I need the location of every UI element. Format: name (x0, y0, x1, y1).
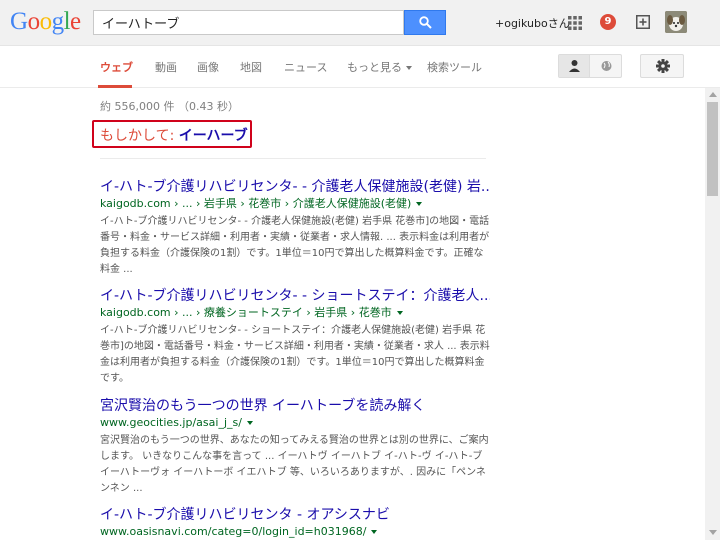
url-dropdown-icon[interactable] (396, 311, 403, 315)
search-input[interactable] (94, 11, 403, 34)
result-url-text: kaigodb.com › ... › 岩手県 › 花巻市 › 介護老人保健施設… (100, 197, 412, 210)
result-url: kaigodb.com › ... › 岩手県 › 花巻市 › 介護老人保健施設… (100, 196, 490, 212)
scroll-up-arrow-icon[interactable] (709, 92, 717, 97)
logo-letter: o (39, 8, 53, 35)
scroll-down-arrow-icon[interactable] (709, 530, 717, 535)
result-url: www.geocities.jp/asai_j_s/ (100, 415, 490, 431)
result-snippet: 宮沢賢治のもう一つの世界、あなたの知ってみえる賢治の世界とは別の世界に、ご案内し… (100, 435, 489, 494)
active-tab-underline (98, 85, 132, 88)
share-plus-icon[interactable] (636, 15, 650, 29)
result-title-link[interactable]: イ-ハト-ブ介護リハビリセンタ- - ショートステイ：介護老人... (100, 287, 490, 305)
search-result: イ-ハト-ブ介護リハビリセンタ- - ショートステイ：介護老人... kaigo… (100, 287, 490, 387)
logo-letter: g (51, 8, 65, 35)
divider (100, 158, 486, 159)
search-nav: ウェブ 動画 画像 地図 ニュース もっと見る 検索ツール (0, 46, 720, 88)
avatar-dog-icon (665, 11, 687, 33)
search-result: イ-ハト-ブ介護リハビリセンタ- - 介護老人保健施設(老健) 岩... kai… (100, 178, 490, 278)
results-mode-toggle (558, 54, 622, 78)
result-title-link[interactable]: イ-ハト-ブ介護リハビリセンタ - オアシスナビ (100, 506, 490, 524)
settings-button[interactable] (640, 54, 684, 78)
gear-icon (656, 59, 670, 73)
search-result: イ-ハト-ブ介護リハビリセンタ - オアシスナビ www.oasisnavi.c… (100, 506, 490, 540)
person-icon (569, 60, 580, 72)
did-you-mean: もしかして: イーハーブ (100, 125, 248, 145)
result-url-text: www.oasisnavi.com/categ=0/login_id=h0319… (100, 525, 367, 538)
did-you-mean-label: もしかして: (100, 128, 175, 144)
result-url: kaigodb.com › ... › 療養ショートステイ › 岩手県 › 花巻… (100, 305, 490, 321)
scrollbar[interactable] (705, 88, 720, 540)
scrollbar-thumb[interactable] (707, 102, 718, 196)
did-you-mean-link[interactable]: イーハーブ (179, 128, 248, 144)
result-url-text: kaigodb.com › ... › 療養ショートステイ › 岩手県 › 花巻… (100, 306, 392, 319)
top-bar: Google +ogikuboさん 9 (0, 0, 720, 46)
apps-grid-icon[interactable] (568, 16, 582, 30)
url-dropdown-icon[interactable] (371, 530, 378, 534)
personal-results-button[interactable] (559, 55, 590, 77)
result-stats: 約 556,000 件 （0.43 秒） (100, 100, 239, 113)
tab-images[interactable]: 画像 (197, 59, 219, 75)
url-dropdown-icon[interactable] (246, 421, 253, 425)
google-logo[interactable]: Google (10, 8, 81, 36)
globe-icon (601, 61, 612, 71)
global-results-button[interactable] (591, 55, 622, 77)
search-result: 宮沢賢治のもう一つの世界 イーハトーブを読み解く www.geocities.j… (100, 397, 490, 497)
search-button[interactable] (404, 10, 446, 35)
url-dropdown-icon[interactable] (416, 202, 423, 206)
tab-maps[interactable]: 地図 (240, 59, 262, 75)
tab-more[interactable]: もっと見る (347, 59, 412, 75)
result-url-text: www.geocities.jp/asai_j_s/ (100, 416, 242, 429)
avatar[interactable] (665, 11, 687, 33)
logo-letter: G (10, 8, 28, 35)
logo-letter: e (70, 8, 81, 35)
chevron-down-icon (405, 66, 412, 70)
tab-web[interactable]: ウェブ (100, 59, 133, 75)
search-box (93, 10, 404, 35)
user-name-link[interactable]: +ogikuboさん (495, 15, 570, 31)
notification-badge[interactable]: 9 (600, 14, 616, 30)
tab-news[interactable]: ニュース (284, 59, 327, 75)
result-snippet: イ-ハト-ブ介護リハビリセンタ- - ショートステイ：介護老人保健施設(老健) … (100, 325, 490, 384)
logo-letter: o (27, 8, 41, 35)
result-snippet: イ-ハト-ブ介護リハビリセンタ- - 介護老人保健施設(老健) 岩手県 花巻市]… (100, 216, 490, 275)
tab-search-tools[interactable]: 検索ツール (427, 59, 482, 75)
result-title-link[interactable]: 宮沢賢治のもう一つの世界 イーハトーブを読み解く (100, 397, 490, 415)
tab-videos[interactable]: 動画 (155, 59, 177, 75)
result-url: www.oasisnavi.com/categ=0/login_id=h0319… (100, 524, 490, 540)
search-icon (418, 16, 432, 29)
tab-more-label: もっと見る (347, 61, 402, 74)
result-title-link[interactable]: イ-ハト-ブ介護リハビリセンタ- - 介護老人保健施設(老健) 岩... (100, 178, 490, 196)
